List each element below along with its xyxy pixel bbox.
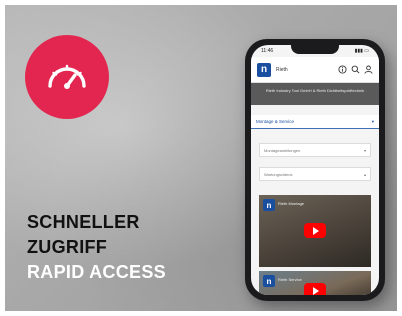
headline-line-3: RAPID ACCESS: [27, 262, 166, 282]
dropdown-wartungsvideos[interactable]: Wartungsvideos ▴: [259, 167, 371, 181]
promo-card: SCHNELLER ZUGRIFF RAPID ACCESS 11:46 ▮▮▮…: [5, 5, 397, 311]
app-banner: Rieth Industry Tool GmbH & Rieth Dichthe…: [251, 83, 379, 105]
video-title: Rieth Montage: [278, 201, 305, 206]
headline: SCHNELLER ZUGRIFF RAPID ACCESS: [27, 210, 166, 285]
play-icon[interactable]: [304, 223, 326, 238]
app-header: n Rieth: [251, 57, 379, 83]
phone-screen: 11:46 ▮▮▮ ▭ n Rieth Rieth Industry Tool …: [251, 45, 379, 295]
chevron-up-icon: ▴: [363, 171, 366, 177]
user-icon[interactable]: [364, 65, 373, 74]
dropdown-montageanleitungen[interactable]: Montageanleitungen ▾: [259, 143, 371, 157]
video-thumbnail[interactable]: n Rieth Montage: [259, 195, 371, 267]
headline-line-2: ZUGRIFF: [27, 237, 108, 257]
info-icon[interactable]: [338, 65, 347, 74]
section-montage-service[interactable]: Montage & Service ▾: [251, 115, 379, 129]
speedometer-icon: [48, 64, 86, 89]
video-title: Rieth Service: [278, 277, 302, 282]
video-brand-logo: n: [263, 275, 275, 287]
video-thumbnail[interactable]: n Rieth Service: [259, 271, 371, 295]
app-title: Rieth: [276, 66, 288, 73]
search-icon[interactable]: [351, 65, 360, 74]
chevron-down-icon: ▾: [371, 118, 374, 124]
phone-notch: [291, 45, 339, 54]
chevron-down-icon: ▾: [363, 147, 366, 153]
dropdown-label: Wartungsvideos: [264, 171, 293, 177]
brand-logo: n: [257, 62, 271, 77]
play-icon[interactable]: [304, 283, 326, 295]
section-label: Montage & Service: [256, 119, 295, 124]
phone-mockup: 11:46 ▮▮▮ ▭ n Rieth Rieth Industry Tool …: [245, 39, 385, 301]
speedometer-badge: [25, 35, 109, 119]
dropdown-label: Montageanleitungen: [264, 147, 301, 153]
headline-line-1: SCHNELLER: [27, 212, 140, 232]
status-time: 11:46: [261, 48, 274, 54]
video-brand-logo: n: [263, 199, 275, 211]
signal-battery-icon: ▮▮▮ ▭: [354, 48, 369, 54]
